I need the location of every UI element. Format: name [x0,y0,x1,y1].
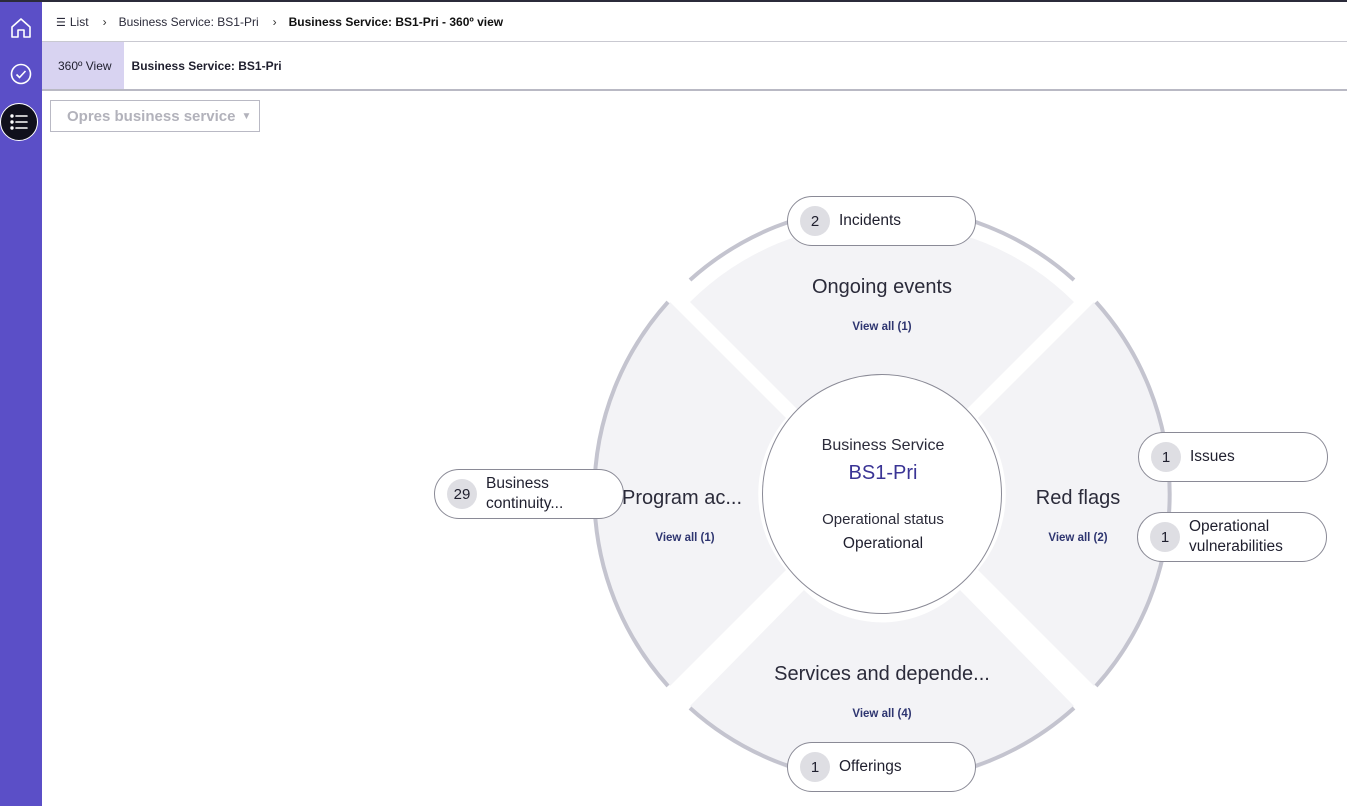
service-360-wheel: Ongoing events View all (1) Red flags Vi… [0,0,1347,806]
incidents-count: 2 [800,206,830,236]
issues-count: 1 [1151,442,1181,472]
vulnerabilities-pill[interactable]: 1 Operational vulnerabilities [1137,512,1327,562]
center-status-label: Operational status [822,511,944,528]
center-status-value: Operational [842,535,924,552]
segment-left-view-all[interactable]: View all (1) [625,532,745,544]
center-service-card: Business Service BS1-Pri Operational sta… [762,374,1002,614]
business-continuity-pill[interactable]: 29 Business continuity... [434,469,624,519]
segment-bottom-view-all[interactable]: View all (4) [782,708,982,720]
vulnerabilities-label: Operational vulnerabilities [1189,518,1283,555]
business-continuity-count: 29 [447,479,477,509]
issues-label: Issues [1190,448,1235,465]
offerings-label: Offerings [839,758,902,775]
center-service-name[interactable]: BS1-Pri [763,462,1003,485]
vulnerabilities-count: 1 [1150,522,1180,552]
offerings-count: 1 [800,752,830,782]
segment-top-view-all[interactable]: View all (1) [782,321,982,333]
incidents-pill[interactable]: 2 Incidents [787,196,976,246]
business-continuity-label: Business continuity... [486,475,564,512]
segment-top-title: Ongoing events [811,276,953,298]
incidents-label: Incidents [839,212,902,229]
segment-right-title: Red flags [1035,487,1121,509]
wheel-graphic [592,204,1172,786]
segment-left-title: Program ac... [622,487,743,509]
issues-pill[interactable]: 1 Issues [1138,432,1328,482]
segment-bottom-title: Services and depende... [774,663,990,685]
center-type-label: Business Service [821,437,945,454]
segment-right-view-all[interactable]: View all (2) [1018,532,1138,544]
offerings-pill[interactable]: 1 Offerings [787,742,976,792]
